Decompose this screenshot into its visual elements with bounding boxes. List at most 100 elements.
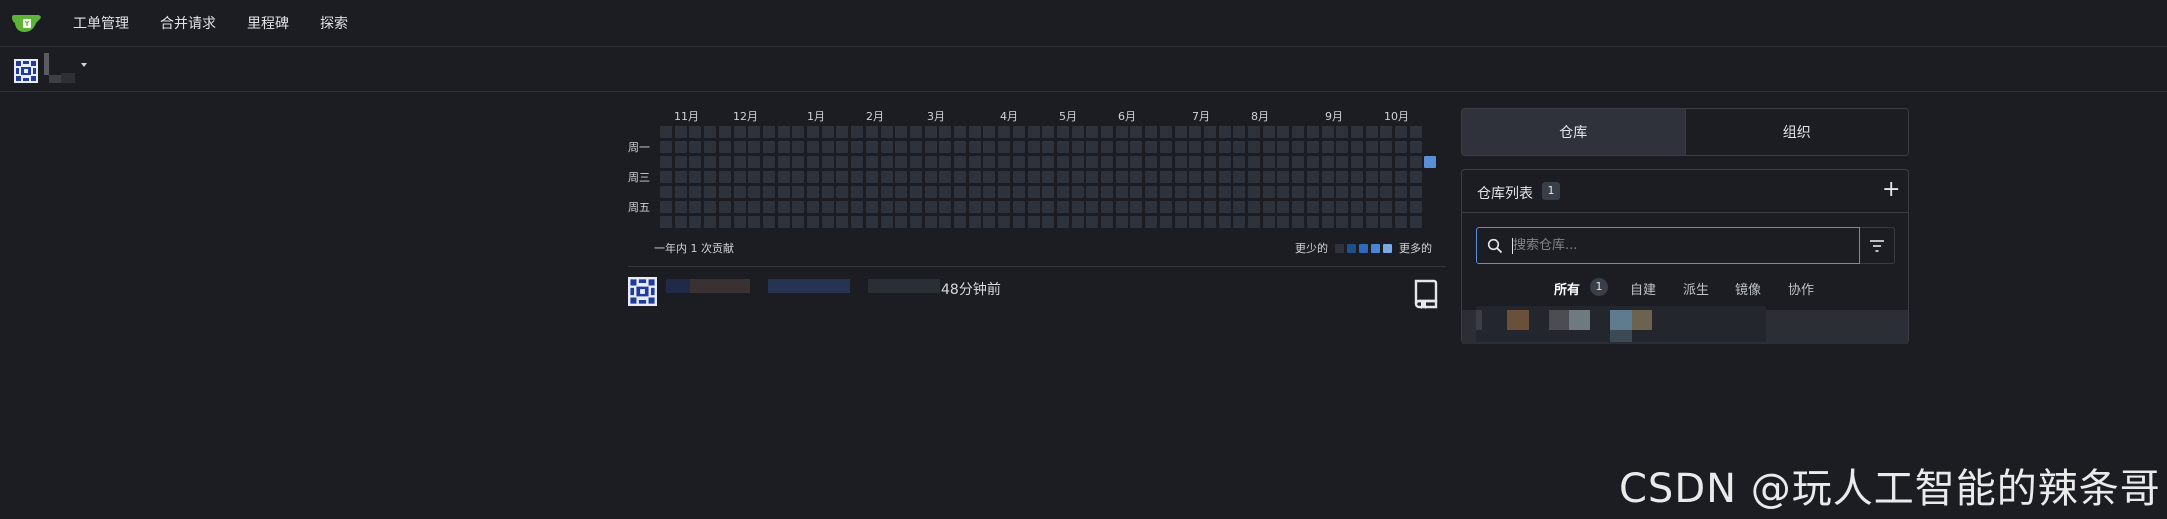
heatmap-cell[interactable] bbox=[762, 201, 775, 213]
heatmap-cell[interactable] bbox=[748, 126, 761, 138]
heatmap-cell[interactable] bbox=[718, 141, 731, 153]
heatmap-cell[interactable] bbox=[954, 171, 966, 183]
heatmap-cell[interactable] bbox=[1350, 216, 1363, 228]
heatmap-cell[interactable] bbox=[792, 186, 805, 198]
heatmap-cell[interactable] bbox=[1012, 201, 1025, 213]
heatmap-cell[interactable] bbox=[1012, 141, 1025, 153]
heatmap-cell[interactable] bbox=[1218, 186, 1231, 198]
heatmap-cell[interactable] bbox=[1086, 126, 1099, 138]
heatmap-cell[interactable] bbox=[1262, 201, 1275, 213]
heatmap-cell[interactable] bbox=[1380, 216, 1393, 228]
heatmap-cell[interactable] bbox=[1042, 201, 1055, 213]
heatmap-cell[interactable] bbox=[1262, 216, 1275, 228]
heatmap-cell[interactable] bbox=[1203, 126, 1216, 138]
heatmap-cell[interactable] bbox=[674, 171, 687, 183]
heatmap-cell[interactable] bbox=[1306, 201, 1319, 213]
heatmap-cell[interactable] bbox=[689, 126, 702, 138]
heatmap-cell[interactable] bbox=[1145, 186, 1158, 198]
heatmap-cell[interactable] bbox=[689, 186, 702, 198]
heatmap-cell[interactable] bbox=[1101, 201, 1113, 213]
heatmap-cell[interactable] bbox=[1350, 156, 1363, 168]
heatmap-cell[interactable] bbox=[1012, 216, 1025, 228]
heatmap-cell[interactable] bbox=[718, 156, 731, 168]
heatmap-cell[interactable] bbox=[762, 126, 775, 138]
filter-mirrors[interactable]: 镜像 bbox=[1735, 279, 1761, 298]
heatmap-cell[interactable] bbox=[983, 216, 996, 228]
heatmap-cell[interactable] bbox=[1027, 156, 1040, 168]
heatmap-cell[interactable] bbox=[836, 171, 849, 183]
heatmap-cell[interactable] bbox=[1380, 201, 1393, 213]
heatmap-cell[interactable] bbox=[1233, 126, 1246, 138]
heatmap-cell[interactable] bbox=[1218, 216, 1231, 228]
nav-issues[interactable]: 工单管理 bbox=[73, 13, 129, 33]
heatmap-cell[interactable] bbox=[1056, 171, 1069, 183]
heatmap-cell[interactable] bbox=[1145, 126, 1158, 138]
heatmap-cell[interactable] bbox=[1277, 201, 1290, 213]
heatmap-cell[interactable] bbox=[939, 201, 952, 213]
heatmap-cell[interactable] bbox=[718, 126, 731, 138]
heatmap-cell[interactable] bbox=[674, 141, 687, 153]
heatmap-cell[interactable] bbox=[1292, 156, 1305, 168]
heatmap-cell[interactable] bbox=[748, 216, 761, 228]
heatmap-cell[interactable] bbox=[865, 201, 878, 213]
heatmap-cell[interactable] bbox=[704, 216, 717, 228]
heatmap-cell[interactable] bbox=[1365, 171, 1378, 183]
heatmap-cell[interactable] bbox=[1189, 216, 1202, 228]
heatmap-cell[interactable] bbox=[733, 141, 746, 153]
heatmap-cell[interactable] bbox=[807, 141, 819, 153]
heatmap-cell[interactable] bbox=[1321, 141, 1334, 153]
heatmap-cell[interactable] bbox=[1012, 171, 1025, 183]
heatmap-cell[interactable] bbox=[733, 216, 746, 228]
heatmap-cell[interactable] bbox=[1350, 171, 1363, 183]
heatmap-cell[interactable] bbox=[689, 156, 702, 168]
heatmap-cell[interactable] bbox=[777, 171, 790, 183]
heatmap-cell[interactable] bbox=[1086, 201, 1099, 213]
heatmap-cell[interactable] bbox=[909, 186, 922, 198]
heatmap-cell[interactable] bbox=[1174, 186, 1187, 198]
heatmap-cell[interactable] bbox=[1159, 156, 1172, 168]
heatmap-cell[interactable] bbox=[1409, 126, 1422, 138]
heatmap-cell[interactable] bbox=[1277, 141, 1290, 153]
heatmap-cell[interactable] bbox=[821, 141, 834, 153]
heatmap-cell[interactable] bbox=[851, 156, 864, 168]
heatmap-cell[interactable] bbox=[748, 171, 761, 183]
heatmap-cell[interactable] bbox=[1071, 156, 1084, 168]
heatmap-cell[interactable] bbox=[1203, 216, 1216, 228]
heatmap-cell[interactable] bbox=[968, 171, 981, 183]
heatmap-cell[interactable] bbox=[1380, 186, 1393, 198]
heatmap-cell[interactable] bbox=[704, 156, 717, 168]
heatmap-cell[interactable] bbox=[821, 186, 834, 198]
heatmap-cell[interactable] bbox=[895, 201, 908, 213]
heatmap-cell[interactable] bbox=[1262, 141, 1275, 153]
heatmap-cell[interactable] bbox=[1321, 201, 1334, 213]
heatmap-cell[interactable] bbox=[704, 201, 717, 213]
heatmap-cell[interactable] bbox=[851, 186, 864, 198]
heatmap-cell[interactable] bbox=[1292, 186, 1305, 198]
heatmap-cell[interactable] bbox=[1101, 141, 1113, 153]
heatmap-cell[interactable] bbox=[674, 216, 687, 228]
heatmap-cell[interactable] bbox=[1056, 126, 1069, 138]
heatmap-cell[interactable] bbox=[1042, 216, 1055, 228]
heatmap-cell[interactable] bbox=[1395, 186, 1407, 198]
heatmap-cell[interactable] bbox=[1365, 156, 1378, 168]
gitea-logo-icon[interactable] bbox=[10, 11, 44, 35]
heatmap-cell[interactable] bbox=[1027, 186, 1040, 198]
heatmap-cell[interactable] bbox=[1042, 141, 1055, 153]
heatmap-cell[interactable] bbox=[1350, 126, 1363, 138]
heatmap-cell[interactable] bbox=[1395, 126, 1407, 138]
heatmap-cell[interactable] bbox=[924, 141, 937, 153]
heatmap-cell[interactable] bbox=[1336, 171, 1349, 183]
heatmap-cell[interactable] bbox=[807, 201, 819, 213]
heatmap-cell[interactable] bbox=[998, 126, 1011, 138]
heatmap-cell[interactable] bbox=[748, 201, 761, 213]
heatmap-cell[interactable] bbox=[1174, 126, 1187, 138]
heatmap-cell[interactable] bbox=[748, 186, 761, 198]
heatmap-cell[interactable] bbox=[983, 201, 996, 213]
heatmap-cell[interactable] bbox=[939, 216, 952, 228]
heatmap-cell[interactable] bbox=[1336, 201, 1349, 213]
heatmap-cell[interactable] bbox=[1027, 216, 1040, 228]
heatmap-cell[interactable] bbox=[1321, 186, 1334, 198]
heatmap-cell[interactable] bbox=[1042, 186, 1055, 198]
repo-list-item-redacted[interactable] bbox=[1476, 306, 1766, 342]
heatmap-cell[interactable] bbox=[1130, 216, 1143, 228]
